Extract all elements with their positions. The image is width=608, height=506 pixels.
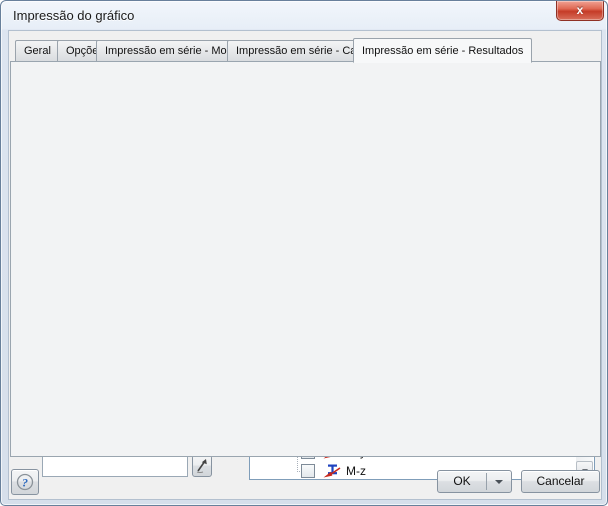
tab-geral[interactable]: Geral <box>15 40 60 62</box>
close-button[interactable]: x <box>556 1 604 21</box>
ok-button[interactable]: OK <box>438 471 486 492</box>
tab-impress-o-em-s-rie-resultados[interactable]: Impressão em série - Resultados <box>353 38 532 63</box>
svg-text:?: ? <box>22 476 28 490</box>
cancel-button[interactable]: Cancelar <box>521 470 600 493</box>
pick-surface-button[interactable] <box>192 455 212 477</box>
tab-page <box>10 61 601 457</box>
close-icon: x <box>577 3 584 17</box>
help-question-icon: ? <box>12 470 38 494</box>
ok-dropdown-button[interactable] <box>487 471 511 492</box>
ok-split-button: OK <box>437 470 512 493</box>
dialog-client-area: GeralOpçõesImpressão em série - ModeloIm… <box>8 30 602 500</box>
tree-item-label: M-z <box>346 462 366 478</box>
tree-item-checkbox[interactable] <box>301 464 315 478</box>
chevron-down-icon <box>495 480 503 484</box>
window-title: Impressão do gráfico <box>13 1 134 30</box>
help-button[interactable]: ? <box>11 469 39 495</box>
dialog-window: Impressão do gráfico x GeralOpçõesImpres… <box>0 0 608 506</box>
pick-arrow-icon <box>193 456 211 476</box>
superficie-number-input[interactable] <box>42 455 188 477</box>
member-icon <box>322 464 342 478</box>
